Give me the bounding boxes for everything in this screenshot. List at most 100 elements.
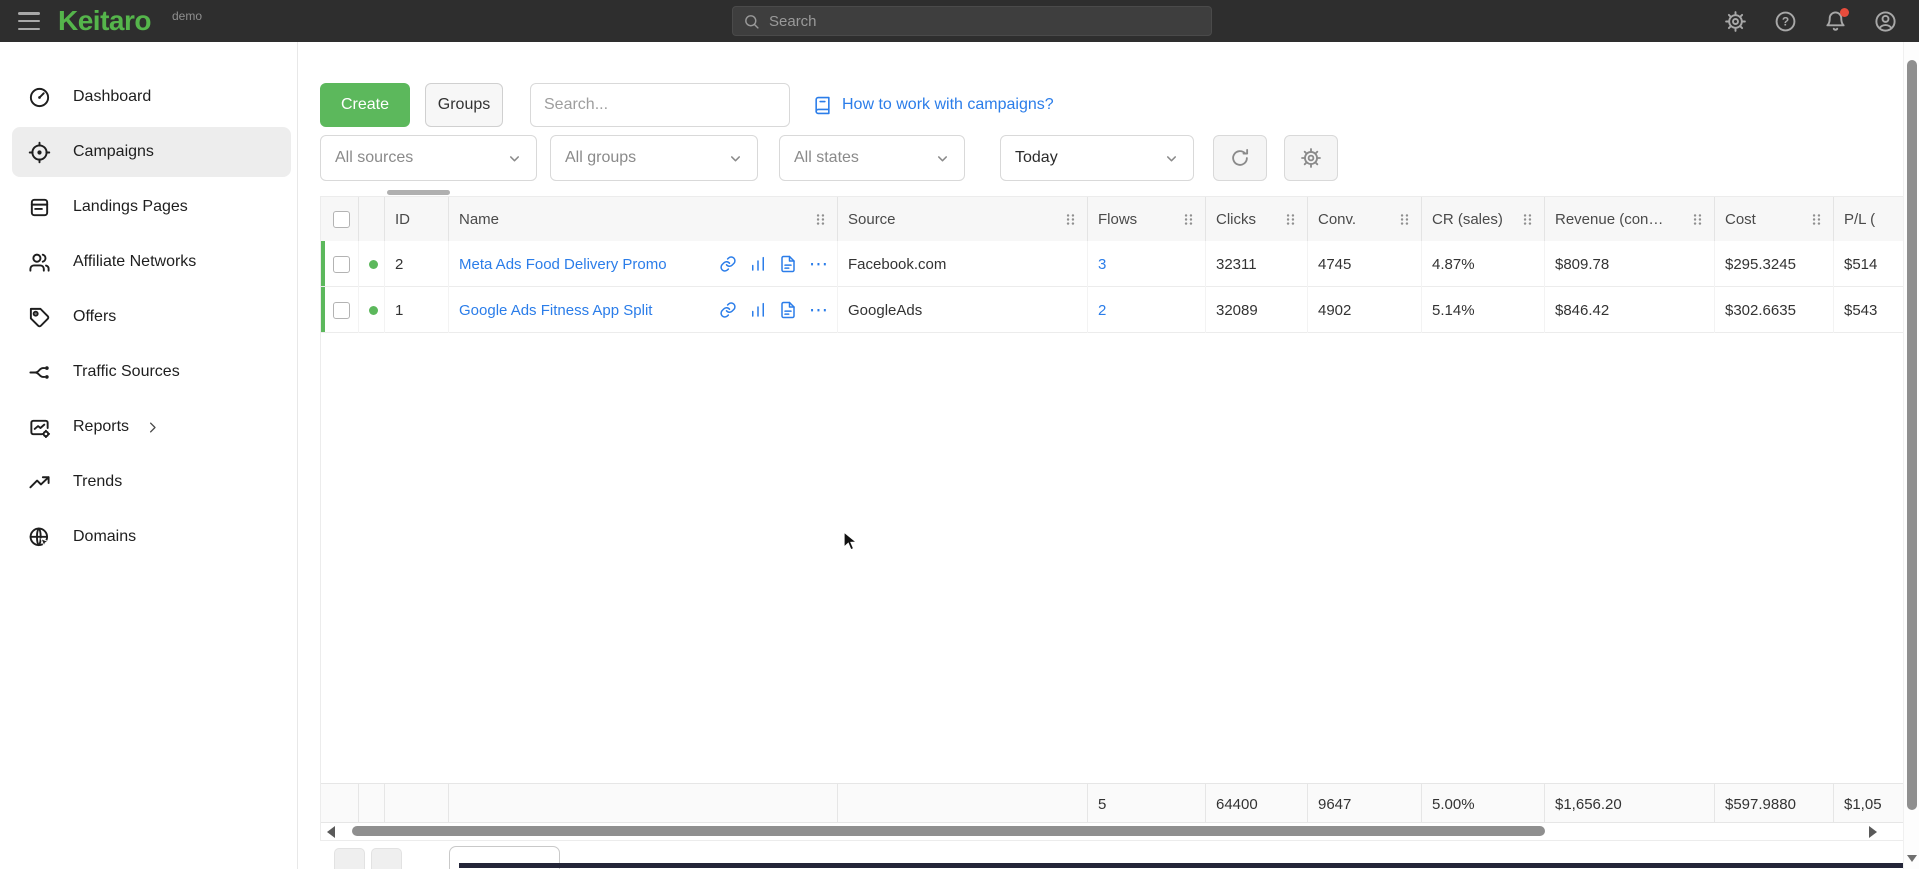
column-header-cr[interactable]: CR (sales) <box>1422 197 1545 241</box>
column-header-clicks[interactable]: Clicks <box>1206 197 1308 241</box>
groups-filter-select[interactable]: All groups <box>550 135 758 181</box>
column-header-pl[interactable]: P/L ( <box>1834 197 1903 241</box>
help-campaigns-link[interactable]: How to work with campaigns? <box>813 96 1054 115</box>
totals-empty-cell <box>449 784 838 824</box>
scroll-down-arrow-icon[interactable] <box>1907 855 1917 862</box>
table-settings-button[interactable] <box>1284 135 1338 181</box>
account-avatar-icon[interactable] <box>1874 10 1897 33</box>
sidebar-item-label: Landings Pages <box>73 198 188 216</box>
settings-gear-icon[interactable] <box>1724 10 1747 33</box>
campaign-name-link[interactable]: Google Ads Fitness App Split <box>459 302 652 319</box>
horizontal-scrollbar-thumb[interactable] <box>352 826 1545 836</box>
sidebar-item-reports[interactable]: Reports <box>12 402 291 452</box>
link-icon[interactable] <box>719 255 737 273</box>
campaign-cr-cell: 5.14% <box>1422 287 1545 333</box>
env-badge: demo <box>172 9 202 23</box>
states-filter-select[interactable]: All states <box>779 135 965 181</box>
sidebar-item-trends[interactable]: Trends <box>12 457 291 507</box>
sidebar-item-dashboard[interactable]: Dashboard <box>12 72 291 122</box>
column-drag-handle-icon[interactable] <box>1691 213 1704 226</box>
sidebar-item-landings-pages[interactable]: Landings Pages <box>12 182 291 232</box>
totals-empty-cell <box>385 784 449 824</box>
campaign-conv-cell: 4902 <box>1308 287 1422 333</box>
campaigns-table: IDNameSource Flows Clicks Conv.CR (sales)Re… <box>320 190 1904 841</box>
book-icon <box>813 96 832 115</box>
campaign-flows-cell: 2 <box>1088 287 1206 333</box>
create-button[interactable]: Create <box>320 83 410 127</box>
refresh-button[interactable] <box>1213 135 1267 181</box>
column-header-cost[interactable]: Cost <box>1715 197 1834 241</box>
column-drag-handle-icon[interactable] <box>814 213 827 226</box>
totals-pl-cell: $1,05 <box>1834 784 1903 824</box>
dashboard-icon <box>28 86 51 109</box>
page-vertical-scrollbar <box>1903 42 1919 869</box>
sidebar-item-domains[interactable]: Domains <box>12 512 291 562</box>
table-empty-area <box>321 333 1903 783</box>
scroll-right-arrow-icon[interactable] <box>1869 826 1877 838</box>
svg-text:$: $ <box>34 311 37 317</box>
sidebar-item-offers[interactable]: $Offers <box>12 292 291 342</box>
pagination-button-next[interactable] <box>371 848 402 869</box>
column-header-revenue[interactable]: Revenue (con… <box>1545 197 1715 241</box>
column-drag-handle-icon[interactable] <box>1284 213 1297 226</box>
search-icon <box>743 13 760 30</box>
sidebar-item-campaigns[interactable]: Campaigns <box>12 127 291 177</box>
groups-button[interactable]: Groups <box>425 83 503 127</box>
column-header-source[interactable]: Source <box>838 197 1088 241</box>
note-icon[interactable] <box>779 301 797 319</box>
hamburger-menu-icon[interactable] <box>18 12 40 30</box>
row-checkbox[interactable] <box>333 256 350 273</box>
filter-row: All sources All groups All states Today <box>320 135 1355 181</box>
global-search[interactable] <box>732 6 1212 36</box>
totals-empty-cell <box>359 784 385 824</box>
flows-count-link[interactable]: 3 <box>1098 256 1106 273</box>
main-content: Create Groups How to work with campaigns… <box>298 42 1919 869</box>
landings-icon <box>28 196 51 219</box>
link-icon[interactable] <box>719 301 737 319</box>
chart-icon[interactable] <box>749 301 767 319</box>
campaign-cost-cell: $295.3245 <box>1715 241 1834 287</box>
row-checkbox[interactable] <box>333 302 350 319</box>
more-actions-icon[interactable]: ⋯ <box>809 301 829 320</box>
campaign-revenue-cell: $809.78 <box>1545 241 1715 287</box>
table-horizontal-scrollbar <box>321 823 1903 840</box>
sidebar-item-label: Reports <box>73 418 129 436</box>
flows-count-link[interactable]: 2 <box>1098 302 1106 319</box>
more-actions-icon[interactable]: ⋯ <box>809 255 829 274</box>
column-header-name[interactable]: Name <box>449 197 838 241</box>
column-drag-handle-icon[interactable] <box>1521 213 1534 226</box>
pagination-button-prev[interactable] <box>334 848 365 869</box>
campaign-source-cell: GoogleAds <box>838 287 1088 333</box>
scroll-left-arrow-icon[interactable] <box>327 826 335 838</box>
totals-cr-cell: 5.00% <box>1422 784 1545 824</box>
sources-filter-select[interactable]: All sources <box>320 135 537 181</box>
campaign-id-cell: 1 <box>385 287 449 333</box>
totals-flows-cell: 5 <box>1088 784 1206 824</box>
column-header-id[interactable]: ID <box>385 197 449 241</box>
column-header-flows[interactable]: Flows <box>1088 197 1206 241</box>
campaign-search-input[interactable] <box>530 83 790 127</box>
date-range-select[interactable]: Today <box>1000 135 1194 181</box>
sidebar-item-affiliate-networks[interactable]: Affiliate Networks <box>12 237 291 287</box>
column-drag-handle-icon[interactable] <box>1398 213 1411 226</box>
table-top-scrollbar-thumb[interactable] <box>387 190 450 195</box>
column-label: Flows <box>1098 211 1137 228</box>
vertical-scrollbar-thumb[interactable] <box>1907 60 1917 810</box>
global-search-input[interactable] <box>769 13 1201 30</box>
row-select-cell <box>321 241 359 287</box>
column-header-conv[interactable]: Conv. <box>1308 197 1422 241</box>
select-all-checkbox[interactable] <box>333 211 350 228</box>
table-frame: IDNameSource Flows Clicks Conv.CR (sales)Re… <box>320 196 1904 841</box>
chart-icon[interactable] <box>749 255 767 273</box>
column-label: Clicks <box>1216 211 1256 228</box>
campaign-revenue-cell: $846.42 <box>1545 287 1715 333</box>
notifications-bell-icon[interactable] <box>1824 10 1847 33</box>
note-icon[interactable] <box>779 255 797 273</box>
column-drag-handle-icon[interactable] <box>1810 213 1823 226</box>
sidebar-item-traffic-sources[interactable]: Traffic Sources <box>12 347 291 397</box>
column-drag-handle-icon[interactable] <box>1064 213 1077 226</box>
domains-icon <box>28 526 51 549</box>
help-icon[interactable]: ? <box>1774 10 1797 33</box>
campaign-name-link[interactable]: Meta Ads Food Delivery Promo <box>459 256 667 273</box>
column-drag-handle-icon[interactable] <box>1182 213 1195 226</box>
